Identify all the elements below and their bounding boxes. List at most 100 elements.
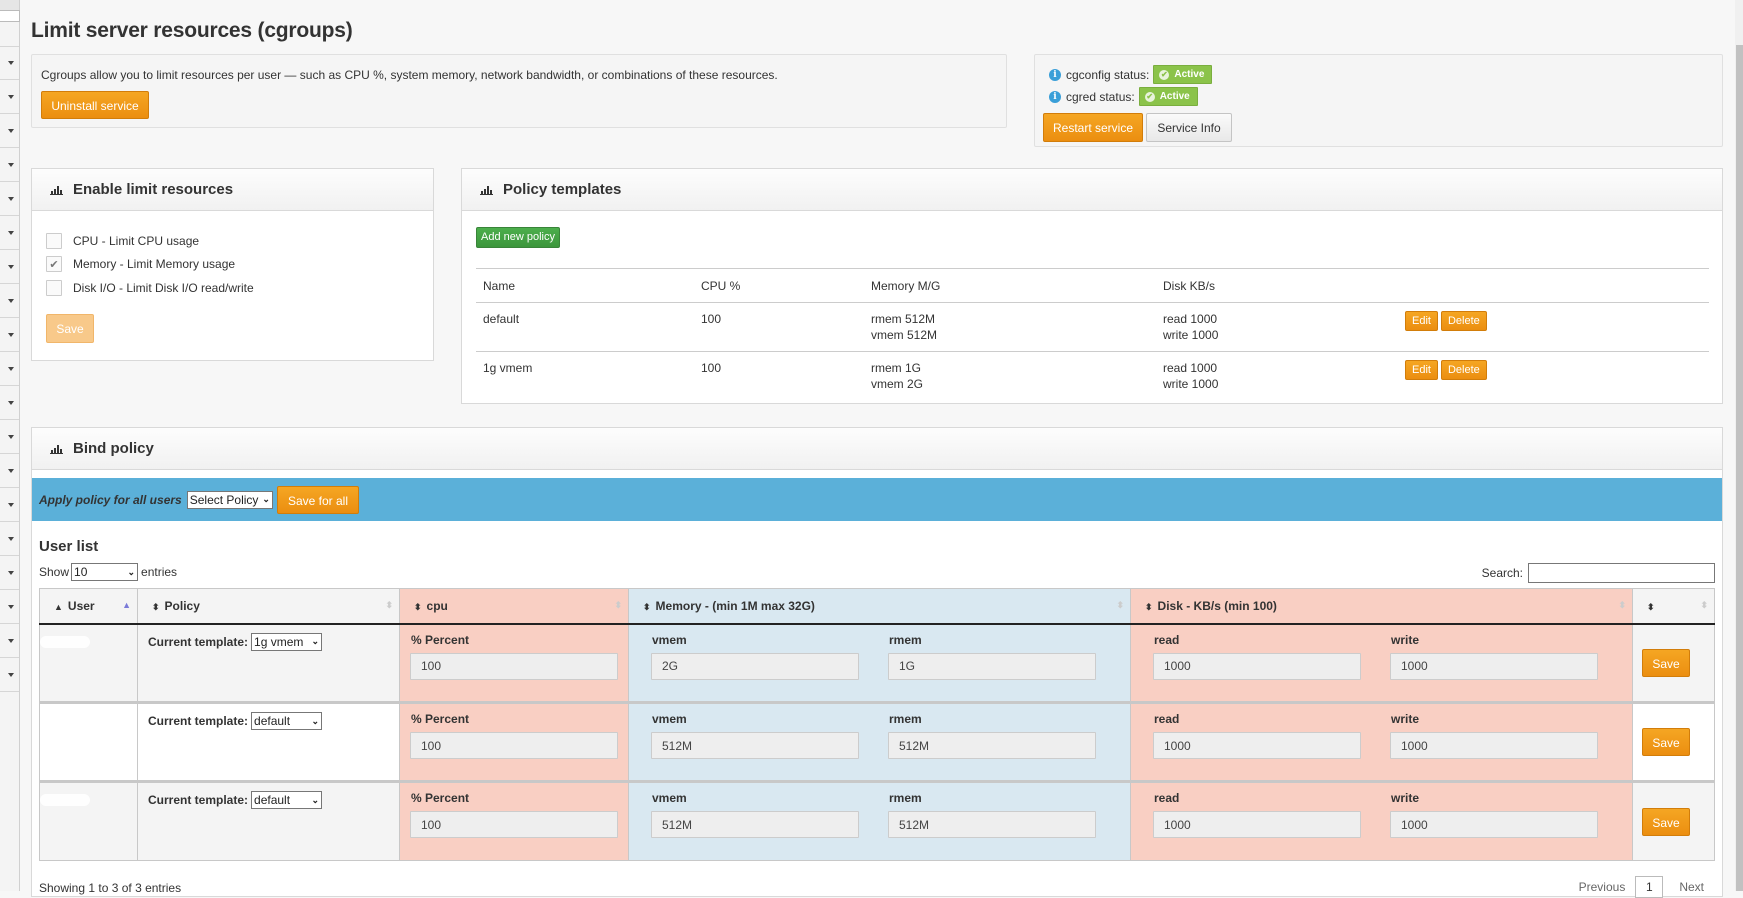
option-label: Memory - Limit Memory usage — [73, 257, 236, 271]
rmem-label: rmem — [889, 632, 922, 647]
service-info-button[interactable]: Service Info — [1146, 113, 1232, 142]
disk-read-input[interactable]: 1000 — [1153, 732, 1361, 759]
memory-limit-option[interactable]: ✔ Memory - Limit Memory usage — [46, 256, 235, 272]
add-new-policy-button[interactable]: Add new policy — [476, 227, 560, 248]
column-header-policy[interactable]: ⬍ Policy ⬍ — [137, 588, 400, 625]
caret-down-icon — [8, 366, 14, 371]
cpu-limit-option[interactable]: CPU - Limit CPU usage — [46, 233, 199, 249]
column-label: cpu — [426, 598, 448, 613]
delete-policy-button[interactable]: Delete — [1440, 311, 1487, 331]
disk-write-input[interactable]: 1000 — [1390, 652, 1598, 680]
template-select[interactable]: 1g vmem ⌄ — [251, 632, 323, 651]
scrollbar-thumb[interactable] — [1736, 45, 1743, 891]
sidebar-menu-item[interactable] — [0, 590, 19, 624]
column-label: Policy — [164, 598, 200, 613]
restart-service-button[interactable]: Restart service — [1043, 113, 1143, 142]
disk-limit-checkbox[interactable] — [46, 280, 62, 296]
previous-page-button[interactable]: Previous — [1579, 880, 1626, 894]
vmem-input[interactable]: 512M — [651, 811, 859, 838]
sidebar-menu-item[interactable] — [0, 522, 19, 556]
cpu-cell: % Percent 100 — [399, 701, 629, 782]
caret-down-icon — [8, 94, 14, 99]
column-header-action[interactable]: ⬍ ⬍ — [1632, 588, 1715, 625]
template-select[interactable]: default ⌄ — [251, 712, 323, 730]
check-circle-icon: ✔ — [1159, 69, 1170, 80]
column-header-disk[interactable]: ⬍ Disk - KB/s (min 100) ⬍ — [1130, 588, 1633, 625]
memory-limit-checkbox[interactable]: ✔ — [46, 256, 62, 272]
rmem-input[interactable]: 512M — [888, 811, 1096, 838]
column-header-memory[interactable]: ⬍ Memory - (min 1M max 32G) ⬍ — [628, 588, 1131, 625]
sidebar-menu-item[interactable] — [0, 114, 19, 148]
disk-write-input[interactable]: 1000 — [1390, 811, 1598, 838]
column-label: Memory - (min 1M max 32G) — [655, 598, 815, 613]
column-label: Disk - KB/s (min 100) — [1157, 598, 1277, 613]
redacted-username — [40, 794, 90, 806]
disk-limit-option[interactable]: Disk I/O - Limit Disk I/O read/write — [46, 280, 254, 296]
cpu-percent-input[interactable]: 100 — [410, 811, 618, 838]
save-user-button[interactable]: Save — [1642, 648, 1690, 677]
sort-indicator-icon: ⬍ — [385, 600, 393, 610]
vmem-input[interactable]: 512M — [651, 732, 859, 759]
page-scrollbar[interactable] — [1735, 0, 1743, 891]
select-policy-dropdown[interactable]: Select Policy ⌄ — [186, 490, 273, 509]
column-header-cpu[interactable]: ⬍ cpu ⬍ — [399, 588, 629, 625]
sidebar-search-box[interactable] — [0, 10, 20, 22]
entries-per-page-select[interactable]: 10 ⌄ — [71, 563, 139, 581]
sidebar-menu-item[interactable] — [0, 80, 19, 114]
caret-down-icon — [8, 230, 14, 235]
sort-indicator-icon: ⬍ — [1700, 600, 1708, 610]
sidebar-menu-item[interactable] — [0, 454, 19, 488]
cgconfig-status: i cgconfig status: ✔ Active — [1049, 65, 1213, 84]
chevron-down-icon: ⌄ — [311, 715, 320, 726]
cpu-percent-input[interactable]: 100 — [410, 652, 618, 680]
sidebar-menu-item[interactable] — [0, 284, 19, 318]
sidebar-menu-item[interactable] — [0, 556, 19, 590]
show-entries: Show 10 ⌄ entries — [39, 563, 177, 581]
sidebar-menu-item[interactable] — [0, 488, 19, 522]
vmem-input[interactable]: 2G — [651, 652, 859, 680]
sidebar-menu-item[interactable] — [0, 250, 19, 284]
search-input[interactable] — [1528, 563, 1715, 583]
save-user-button[interactable]: Save — [1642, 807, 1690, 836]
disk-write-input[interactable]: 1000 — [1390, 732, 1598, 759]
enable-save-button[interactable]: Save — [46, 314, 94, 343]
disk-read-input[interactable]: 1000 — [1153, 652, 1361, 680]
save-for-all-button[interactable]: Save for all — [276, 485, 359, 514]
vmem-label: vmem — [652, 632, 687, 647]
entries-per-page-value: 10 — [74, 565, 88, 579]
check-circle-icon: ✔ — [1144, 91, 1155, 102]
bind-policy-panel: Bind policy Apply policy for all users S… — [31, 427, 1723, 898]
column-header-user[interactable]: ▲ User ▲ — [39, 588, 138, 625]
sidebar-menu-item[interactable] — [0, 216, 19, 250]
read-label: read — [1154, 791, 1180, 805]
percent-label: % Percent — [411, 712, 470, 726]
disk-read-input[interactable]: 1000 — [1153, 811, 1361, 838]
sidebar-menu-item[interactable] — [0, 658, 19, 692]
uninstall-service-button[interactable]: Uninstall service — [41, 91, 149, 119]
delete-policy-button[interactable]: Delete — [1440, 360, 1487, 380]
table-row: default 100 rmem 512M vmem 512M read 1000… — [476, 302, 1709, 352]
sidebar-menu-item[interactable] — [0, 386, 19, 420]
chevron-down-icon: ⌄ — [311, 636, 320, 646]
rmem-input[interactable]: 1G — [888, 652, 1096, 680]
cpu-limit-checkbox[interactable] — [46, 233, 62, 249]
edit-policy-button[interactable]: Edit — [1405, 311, 1438, 331]
policy-rmem: rmem 512M — [871, 312, 936, 326]
cpu-percent-input[interactable]: 100 — [410, 732, 618, 759]
sidebar-menu-item[interactable] — [0, 420, 19, 454]
sort-indicator-icon: ⬍ — [1618, 600, 1626, 610]
next-page-button[interactable]: Next — [1679, 880, 1704, 894]
page-1-button[interactable]: 1 — [1635, 876, 1664, 898]
save-user-button[interactable]: Save — [1642, 728, 1690, 756]
edit-policy-button[interactable]: Edit — [1405, 360, 1438, 380]
sidebar-menu-item[interactable] — [0, 624, 19, 658]
sidebar-menu-item[interactable] — [0, 182, 19, 216]
sidebar-menu-item[interactable] — [0, 148, 19, 182]
rmem-input[interactable]: 512M — [888, 732, 1096, 759]
sort-icon: ⬍ — [1145, 601, 1153, 612]
sidebar-menu-item[interactable] — [0, 46, 19, 80]
column-header: CPU % — [694, 268, 864, 303]
sidebar-menu-item[interactable] — [0, 352, 19, 386]
sidebar-menu-item[interactable] — [0, 318, 19, 352]
template-select[interactable]: default ⌄ — [251, 791, 323, 809]
